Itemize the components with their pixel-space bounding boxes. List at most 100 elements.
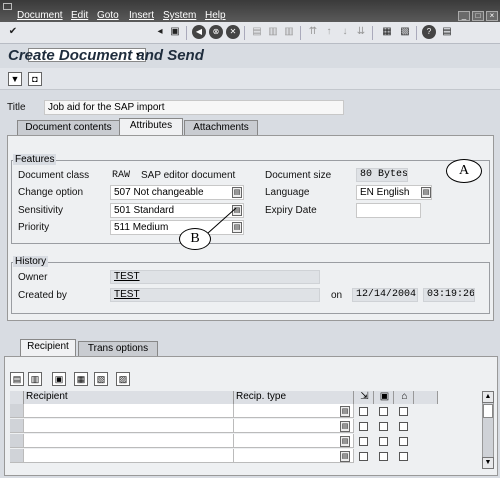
send-icon[interactable]: ▼ xyxy=(8,72,22,86)
features-title: Features xyxy=(13,154,57,165)
owner-value[interactable]: TEST xyxy=(110,270,320,284)
last-page-icon[interactable]: ⇊ xyxy=(354,25,368,39)
owner-label: Owner xyxy=(18,272,48,283)
row-selector[interactable] xyxy=(10,434,24,448)
recip-type-cell[interactable] xyxy=(234,404,354,418)
copy-checkbox[interactable] xyxy=(379,422,388,431)
tab-attachments[interactable]: Attachments xyxy=(184,120,258,135)
expiry-date-field[interactable] xyxy=(356,203,421,218)
next-page-icon[interactable]: ↓ xyxy=(338,25,352,39)
express-checkbox[interactable] xyxy=(359,407,368,416)
recip-type-cell[interactable] xyxy=(234,434,354,448)
shortcut-icon[interactable]: ▧ xyxy=(398,25,412,39)
express-checkbox[interactable] xyxy=(359,452,368,461)
enter-check-icon[interactable]: ✔ xyxy=(6,25,20,39)
recip-type-search-icon[interactable]: ▤ xyxy=(340,406,350,417)
row-selector[interactable] xyxy=(10,449,24,463)
row-select-header[interactable] xyxy=(10,391,24,404)
menu-help[interactable]: Help xyxy=(205,10,226,21)
menu-system[interactable]: System xyxy=(163,10,196,21)
help-icon[interactable]: ? xyxy=(422,25,436,39)
language-search-icon[interactable]: ▤ xyxy=(421,187,431,198)
recip-type-search-icon[interactable]: ▤ xyxy=(340,451,350,462)
recipient-cell[interactable] xyxy=(24,419,234,433)
maximize-icon[interactable]: □ xyxy=(472,11,484,21)
on-label: on xyxy=(331,290,343,301)
save-icon[interactable]: ▣ xyxy=(168,25,182,39)
table-insert-icon[interactable]: ▥ xyxy=(28,372,42,386)
recipient-column-header[interactable]: Recipient xyxy=(24,391,234,404)
document-size-value: 80 Bytes xyxy=(356,168,408,182)
copy-checkbox[interactable] xyxy=(379,437,388,446)
recip-type-cell[interactable] xyxy=(234,419,354,433)
tab-attributes[interactable]: Attributes xyxy=(119,118,183,135)
menu-goto[interactable]: Goto xyxy=(97,10,119,21)
history-title: History xyxy=(13,256,49,267)
recipient-cell[interactable] xyxy=(24,434,234,448)
document-size-label: Document size xyxy=(265,170,332,181)
scroll-down-icon[interactable]: ▼ xyxy=(482,457,494,469)
table-details-icon[interactable]: ▤ xyxy=(10,372,24,386)
screen-title: Create Document and Send xyxy=(8,47,204,64)
created-by-label: Created by xyxy=(18,290,67,301)
exit-icon[interactable]: ⊗ xyxy=(209,25,223,39)
recip-type-search-icon[interactable]: ▤ xyxy=(340,436,350,447)
document-icon[interactable]: ◘ xyxy=(28,72,42,86)
table-distribution-icon[interactable]: ▦ xyxy=(74,372,88,386)
callout-b: B xyxy=(179,228,211,250)
blind-copy-checkbox[interactable] xyxy=(399,422,408,431)
recipient-cell[interactable] xyxy=(24,404,234,418)
tab-document-contents[interactable]: Document contents xyxy=(17,120,120,135)
back-icon[interactable]: ◀ xyxy=(192,25,206,39)
change-option-field[interactable]: 507 Not changeable xyxy=(110,185,244,200)
language-label: Language xyxy=(265,187,310,198)
created-by-value[interactable]: TEST xyxy=(110,288,320,302)
recip-type-cell[interactable] xyxy=(234,449,354,463)
find-next-icon[interactable]: ▥ xyxy=(282,25,296,39)
menu-edit[interactable]: Edit xyxy=(71,10,88,21)
scroll-up-icon[interactable]: ▲ xyxy=(482,391,494,403)
callout-a: A xyxy=(446,159,482,183)
table-delete-icon[interactable]: ▣ xyxy=(52,372,66,386)
express-checkbox[interactable] xyxy=(359,437,368,446)
copy-column-icon[interactable]: ▣ xyxy=(374,391,394,404)
priority-label: Priority xyxy=(18,222,50,233)
row-selector[interactable] xyxy=(10,419,24,433)
first-page-icon[interactable]: ⇈ xyxy=(306,25,320,39)
tab-recipient[interactable]: Recipient xyxy=(20,339,76,356)
find-icon[interactable]: ▥ xyxy=(266,25,280,39)
created-date-value: 12/14/2004 xyxy=(352,288,418,302)
blind-copy-checkbox[interactable] xyxy=(399,437,408,446)
cancel-icon[interactable]: ✕ xyxy=(226,25,240,39)
menu-document[interactable]: Document xyxy=(17,10,63,21)
copy-checkbox[interactable] xyxy=(379,407,388,416)
layout-menu-icon[interactable]: ▤ xyxy=(440,25,454,39)
express-checkbox[interactable] xyxy=(359,422,368,431)
menu-insert[interactable]: Insert xyxy=(129,10,154,21)
scroll-thumb[interactable] xyxy=(483,404,493,418)
copy-checkbox[interactable] xyxy=(379,452,388,461)
title-field[interactable]: Job aid for the SAP import xyxy=(44,100,344,115)
table-copy-icon[interactable]: ▧ xyxy=(94,372,108,386)
standard-toolbar: ✔ ▾ ◂ ▣ ◀ ⊗ ✕ ▤ ▥ ▥ ⇈ ↑ ↓ ⇊ ▦ ▧ ? ▤ xyxy=(0,22,500,62)
previous-page-icon[interactable]: ↑ xyxy=(322,25,336,39)
system-menu-icon[interactable] xyxy=(3,3,12,10)
change-option-search-icon[interactable]: ▤ xyxy=(232,187,242,198)
blind-copy-checkbox[interactable] xyxy=(399,452,408,461)
tab-trans-options[interactable]: Trans options xyxy=(78,341,158,356)
expiry-date-label: Expiry Date xyxy=(265,205,317,216)
recipient-cell[interactable] xyxy=(24,449,234,463)
table-address-icon[interactable]: ▨ xyxy=(116,372,130,386)
blind-copy-column-icon[interactable]: ⌂ xyxy=(394,391,414,404)
minimize-icon[interactable]: _ xyxy=(458,11,470,21)
row-selector[interactable] xyxy=(10,404,24,418)
print-icon[interactable]: ▤ xyxy=(250,25,264,39)
history-arrow-icon[interactable]: ◂ xyxy=(153,25,167,39)
new-session-icon[interactable]: ▦ xyxy=(380,25,394,39)
document-class-text: SAP editor document xyxy=(141,170,236,181)
blind-copy-checkbox[interactable] xyxy=(399,407,408,416)
recip-type-search-icon[interactable]: ▤ xyxy=(340,421,350,432)
recip-type-column-header[interactable]: Recip. type xyxy=(234,391,354,404)
express-column-icon[interactable]: ⇲ xyxy=(354,391,374,404)
close-window-icon[interactable]: × xyxy=(486,11,498,21)
